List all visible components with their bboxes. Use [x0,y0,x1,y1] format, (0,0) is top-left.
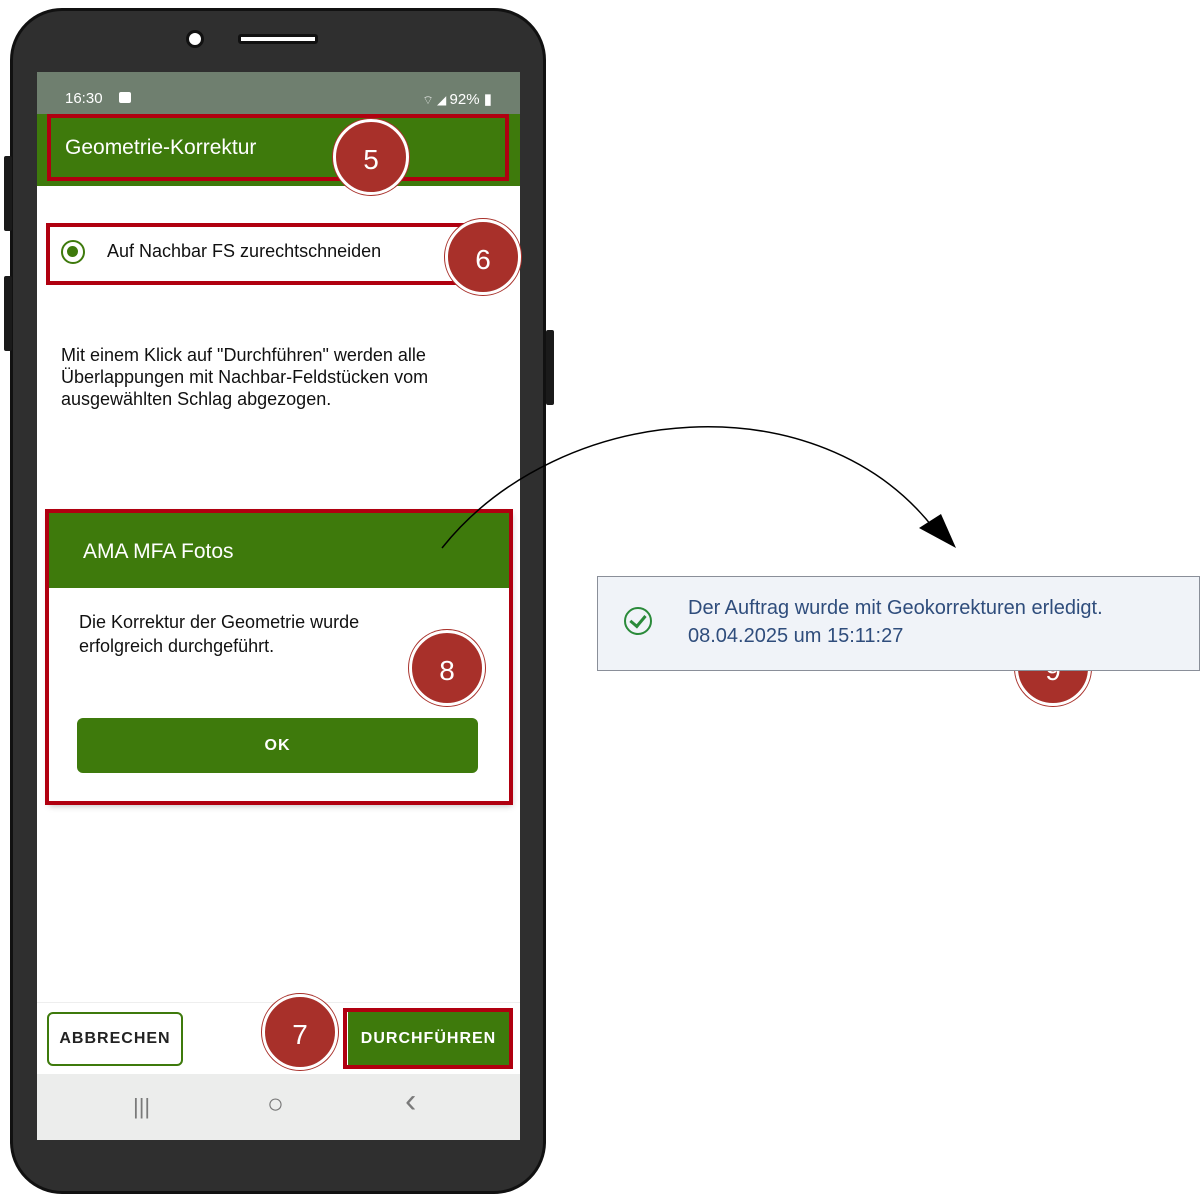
annotation-arrow [441,426,956,549]
arrow-head [919,514,956,548]
